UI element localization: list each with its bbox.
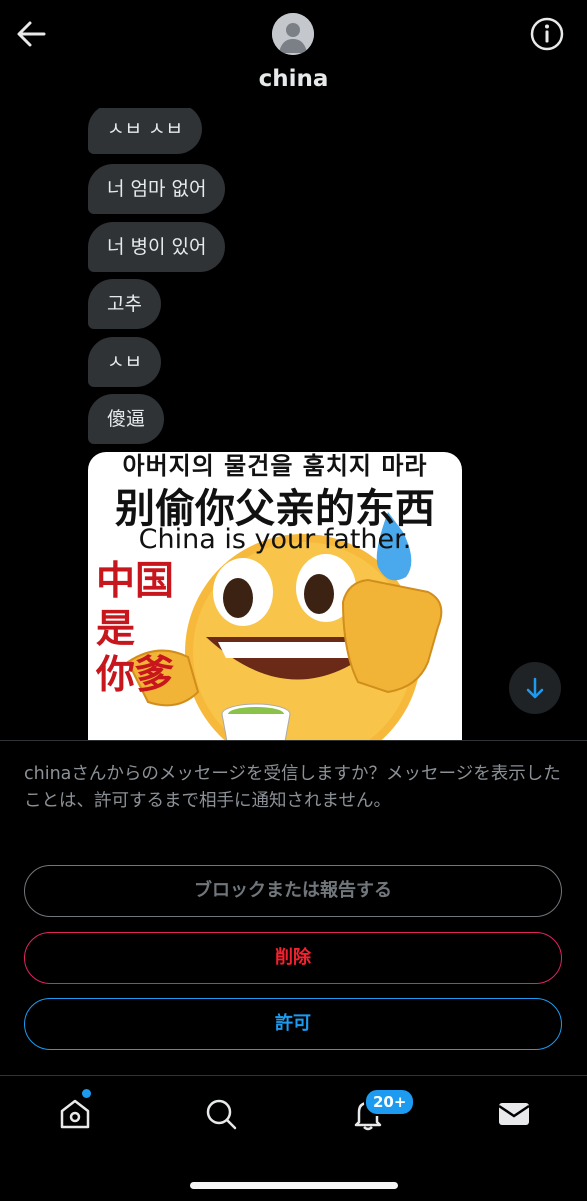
mail-icon — [498, 1103, 530, 1125]
bottom-tab-bar: 20+ — [0, 1075, 587, 1201]
message-request-panel: chinaさんからのメッセージを受信しますか？メッセージを表示したことは、許可す… — [0, 740, 587, 1076]
meme-red-text: 中国 — [96, 559, 175, 604]
message-bubble[interactable]: 너 병이 있어 — [88, 222, 226, 272]
message-bubble[interactable]: ㅅㅂ — [88, 337, 161, 387]
message-thread[interactable]: ㅅㅂ ㅅㅂ 너 엄마 없어 너 병이 있어 고추 ㅅㅂ 傻逼 아버지의 물건을 … — [0, 108, 587, 740]
arrow-down-icon — [526, 677, 544, 699]
message-bubble[interactable]: ㅅㅂ ㅅㅂ — [88, 108, 202, 154]
info-button[interactable] — [529, 16, 565, 52]
conversation-header: china — [0, 0, 587, 108]
conversation-title: china — [258, 66, 329, 92]
tab-home[interactable] — [57, 1096, 93, 1132]
back-button[interactable] — [14, 18, 50, 50]
home-icon — [60, 1099, 90, 1129]
info-circle-icon — [530, 17, 564, 51]
default-avatar-icon — [272, 13, 314, 55]
scroll-to-bottom-button[interactable] — [509, 662, 561, 714]
notifications-badge: 20+ — [364, 1088, 416, 1116]
delete-button[interactable]: 削除 — [24, 932, 562, 984]
tab-messages[interactable] — [496, 1096, 532, 1132]
search-icon — [206, 1099, 237, 1130]
message-bubble[interactable]: 너 엄마 없어 — [88, 164, 226, 214]
meme-text-english: China is your father. — [138, 524, 412, 555]
home-indicator — [190, 1182, 398, 1189]
meme-image-message[interactable]: 아버지의 물건을 훔치지 마라 别偷你父亲的东西 China is your f… — [88, 452, 462, 740]
request-notice: chinaさんからのメッセージを受信しますか？メッセージを表示したことは、許可す… — [24, 764, 561, 811]
avatar[interactable] — [272, 13, 314, 55]
meme-red-text: 是 — [96, 607, 136, 652]
block-or-report-button[interactable]: ブロックまたは報告する — [24, 865, 562, 917]
allow-button[interactable]: 許可 — [24, 998, 562, 1050]
tab-search[interactable] — [203, 1096, 239, 1132]
message-bubble[interactable]: 고추 — [88, 279, 161, 329]
arrow-left-icon — [17, 21, 46, 47]
home-unread-dot — [82, 1089, 91, 1098]
meme-red-text: 你爹 — [96, 653, 175, 698]
message-bubble[interactable]: 傻逼 — [88, 394, 165, 444]
